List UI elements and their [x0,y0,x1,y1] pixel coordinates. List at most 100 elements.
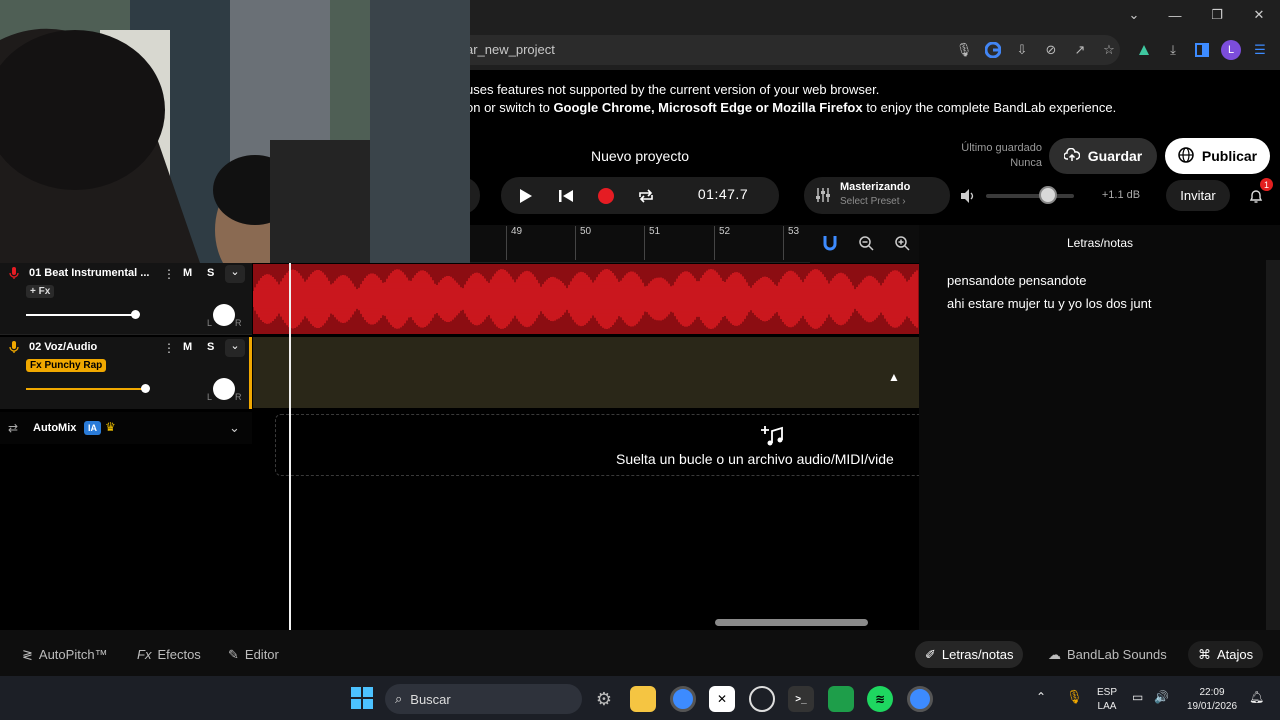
solo-button[interactable]: S [207,341,214,353]
editor-button[interactable]: ✎ Editor [218,641,289,668]
publish-button[interactable]: Publicar [1165,138,1270,174]
chevron-down-icon[interactable]: ⌄ [225,339,245,357]
pan-knob[interactable] [213,378,235,400]
audio-region-beat[interactable] [252,264,919,334]
autopitch-button[interactable]: ≷ AutoPitch™ [12,641,118,668]
chevron-down-icon[interactable]: ⌄ [1113,0,1155,30]
share-icon[interactable]: ↗ [1070,40,1090,60]
mastering-title: Masterizando [840,181,911,193]
invite-button[interactable]: Invitar [1166,180,1230,211]
close-icon[interactable]: ✕ [1238,0,1280,30]
chevron-down-icon[interactable]: ⌄ [225,265,245,283]
extension-icon[interactable] [1134,40,1154,60]
pencil-icon: ✎ [228,646,239,662]
track-name[interactable]: 01 Beat Instrumental ... [29,267,149,279]
zoom-out-icon[interactable] [851,228,881,258]
track-volume-handle[interactable] [131,310,140,319]
audio-region-voice[interactable] [253,337,919,408]
shortcuts-button[interactable]: ⌘ Atajos [1188,641,1264,668]
drop-zone-text: Suelta un bucle o un archivo audio/MIDI/… [616,451,894,467]
record-icon[interactable] [596,186,616,206]
menu-icon[interactable]: ☰ [1250,40,1270,60]
url-text[interactable]: ar_new_project [466,42,555,57]
volume-icon[interactable] [959,188,977,209]
crown-icon: ♛ [105,420,116,434]
pan-right: R [235,318,242,328]
track-name[interactable]: 02 Voz/Audio [29,341,97,353]
track-volume-handle[interactable] [141,384,150,393]
pan-left: L [207,318,213,328]
microphone-icon[interactable] [9,266,19,285]
settings-icon[interactable]: ⚙ [591,686,617,712]
save-button[interactable]: Guardar [1049,138,1157,174]
chevron-up-icon[interactable]: ⌃ [1036,690,1046,704]
google-icon[interactable] [983,40,1003,60]
windows-start-icon[interactable] [351,687,373,714]
bandlab-sounds-button[interactable]: ☁ BandLab Sounds [1040,641,1175,668]
microphone-tray-icon[interactable]: 🎙 [1066,689,1083,705]
master-volume-slider[interactable] [986,194,1074,198]
horizontal-scrollbar[interactable] [715,619,868,626]
mouse-cursor-icon: ▲ [888,370,900,384]
speaker-icon[interactable]: 🔊 [1154,690,1169,704]
play-icon[interactable] [516,186,536,206]
fx-preset-tag[interactable]: Fx Punchy Rap [26,359,107,372]
sidebar-icon[interactable] [1192,40,1212,60]
eye-off-icon[interactable]: ⊘ [1041,40,1061,60]
more-vertical-icon[interactable]: ⋮ [163,341,175,355]
effects-button[interactable]: Fx Efectos [127,641,211,668]
clock[interactable]: 22:09 19/01/2026 [1178,686,1246,714]
zoom-in-icon[interactable] [887,228,917,258]
ruler-tick: 51 [644,226,660,260]
minimize-icon[interactable]: — [1154,0,1196,30]
track-volume-fill [26,388,146,390]
lyrics-line[interactable]: ahi estare mujer tu y yo los dos junt [947,296,1152,311]
mute-button[interactable]: M [183,267,192,279]
add-fx-button[interactable]: + Fx [26,285,55,298]
capcut-icon[interactable]: ✕ [709,686,735,712]
spotify-icon[interactable]: ≋ [867,686,893,712]
microphone-icon[interactable] [9,340,19,359]
playhead[interactable] [289,263,291,631]
master-volume-knob[interactable] [1039,186,1057,204]
screen: ⌄ — ❐ ✕ ar_new_project 🎙 ⇩ ⊘ ↗ ☆ ⤓ L ☰ u… [0,0,1280,720]
terminal-icon[interactable]: >_ [788,686,814,712]
browser-profile-icon[interactable] [907,686,933,712]
bookmark-icon[interactable]: ☆ [1099,40,1119,60]
automix-label[interactable]: AutoMix [33,422,76,434]
feather-icon: ✐ [925,646,936,662]
mute-button[interactable]: M [183,341,192,353]
more-vertical-icon[interactable]: ⋮ [163,267,175,281]
network-icon[interactable]: ▭ [1132,690,1143,704]
loop-icon[interactable] [636,186,656,206]
project-title[interactable]: Nuevo proyecto [540,148,740,164]
ruler-tick: 53 [783,226,799,260]
microphone-icon[interactable]: 🎙 [954,40,974,60]
lyrics-line[interactable]: pensandote pensandote [947,273,1087,288]
save-label: Guardar [1087,148,1143,164]
android-studio-icon[interactable] [828,686,854,712]
waveform [252,269,918,329]
vertical-scrollbar[interactable] [1266,260,1280,630]
last-saved: Último guardado Nunca [940,141,1042,171]
webcam-overlay [0,0,470,263]
publish-label: Publicar [1201,148,1258,164]
skip-back-icon[interactable] [556,186,576,206]
restore-icon[interactable]: ❐ [1196,0,1238,30]
profile-avatar[interactable]: L [1221,40,1241,60]
magnet-icon[interactable] [815,228,845,258]
obs-icon[interactable] [749,686,775,712]
webcam-feed [0,0,470,263]
downloads-icon[interactable]: ⤓ [1163,40,1183,60]
taskbar-search[interactable]: ⌕ Buscar [385,684,582,714]
file-explorer-icon[interactable] [630,686,656,712]
pan-knob[interactable] [213,304,235,326]
solo-button[interactable]: S [207,267,214,279]
chevron-down-icon[interactable]: ⌄ [229,420,240,436]
install-icon[interactable]: ⇩ [1012,40,1032,60]
lyrics-notes-button[interactable]: ✐ Letras/notas [915,641,1024,668]
browser-app-icon[interactable] [670,686,696,712]
time-display[interactable]: 01:47.7 [680,186,766,202]
language-indicator[interactable]: ESP LAA [1093,686,1121,714]
notification-center-icon[interactable]: 🔔︎ [1249,690,1264,704]
